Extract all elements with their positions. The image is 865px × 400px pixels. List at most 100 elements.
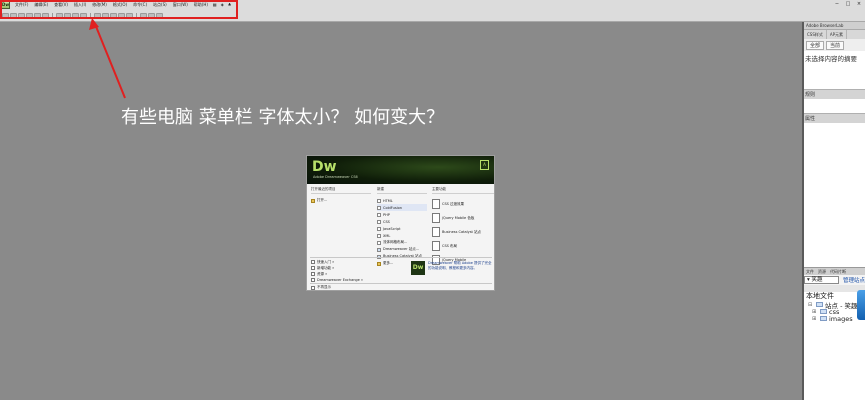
subtab-all[interactable]: 全部 <box>806 40 825 50</box>
menu-insert[interactable]: 插入(I) <box>71 2 89 8</box>
open-label: 打开... <box>317 198 328 202</box>
toolbar-button[interactable] <box>10 12 17 19</box>
manage-sites-link[interactable]: 管理站点 <box>843 276 865 284</box>
menu-window[interactable]: 窗口(W) <box>170 2 191 8</box>
no-selection-summary: 未选择内容的摘要 <box>804 51 865 89</box>
toolbar-button[interactable] <box>140 12 147 19</box>
create-xml[interactable]: XML <box>377 232 427 239</box>
create-html[interactable]: HTML <box>377 197 427 204</box>
tab-css-styles[interactable]: CSS样式 <box>804 30 827 39</box>
maximize-icon[interactable]: □ <box>844 0 852 8</box>
dont-show-checkbox[interactable] <box>311 285 315 290</box>
toolbar-divider <box>136 12 137 19</box>
rules-body <box>804 99 865 113</box>
tab-snippets[interactable]: 代码片断 <box>828 268 848 275</box>
adobe-logo-icon: A <box>480 160 489 170</box>
toolbar-button[interactable] <box>118 12 125 19</box>
feature-item[interactable]: CSS 布局 <box>432 239 494 253</box>
create-coldfusion[interactable]: ColdFusion <box>377 204 427 211</box>
feature-item[interactable]: Business Catalyst 站点 <box>432 225 494 239</box>
tree-row[interactable]: ⊞ images <box>804 314 865 323</box>
features-title: 主要功能 <box>432 187 494 194</box>
recent-title: 打开最近的项目 <box>311 187 371 194</box>
create-css[interactable]: CSS <box>377 218 427 225</box>
toolbar-button[interactable] <box>126 12 133 19</box>
help-promo-link[interactable]: Dreamweaver 帮助 Adobe 提供了完全的功能说明、教程和更多内容。 <box>428 261 492 271</box>
menu-site[interactable]: 站点(S) <box>150 2 170 8</box>
tree-label: images <box>829 314 853 323</box>
create-fluid-grid[interactable]: 流体网格布局... <box>377 239 427 246</box>
feature-item[interactable]: jQuery Mobile 色板 <box>432 211 494 225</box>
menu-help[interactable]: 帮助(H) <box>191 2 211 8</box>
menu-file[interactable]: 文件(F) <box>12 2 31 8</box>
create-javascript[interactable]: JavaScript <box>377 225 427 232</box>
toolbar-button[interactable] <box>80 12 87 19</box>
files-panel-tabs: 文件 资源 代码片断 <box>804 267 865 275</box>
toolbar-button[interactable] <box>56 12 63 19</box>
menu-edit[interactable]: 编辑(E) <box>31 2 51 8</box>
create-item-label: XML <box>383 233 391 238</box>
panel-tabs: CSS样式 AP元素 <box>804 30 865 39</box>
toolbar-button[interactable] <box>64 12 71 19</box>
dont-show-again[interactable]: 不再显示 <box>311 285 331 290</box>
tab-ap-elements[interactable]: AP元素 <box>827 30 848 39</box>
file-icon <box>377 233 381 238</box>
link-label: 快速入门 » <box>317 259 335 264</box>
menu-modify[interactable]: 修改(M) <box>89 2 110 8</box>
open-item[interactable]: 打开... <box>311 197 371 204</box>
feature-item[interactable]: CSS 过渡效果 <box>432 197 494 211</box>
site-select[interactable]: ▾ 笑趣 <box>804 276 839 284</box>
feature-label: CSS 过渡效果 <box>442 201 464 206</box>
close-icon[interactable]: × <box>855 0 863 8</box>
window-controls: − □ × <box>833 0 863 8</box>
expand-icon[interactable]: ⊟ <box>808 302 813 308</box>
app-logo-icon: Dw <box>1 0 10 9</box>
toolbar-button[interactable] <box>34 12 41 19</box>
toolbar-button[interactable] <box>148 12 155 19</box>
expand-icon[interactable]: ⊞ <box>812 316 817 322</box>
menu-view[interactable]: 查看(V) <box>51 2 71 8</box>
create-item-label: Dreamweaver 站点... <box>383 247 420 251</box>
tab-files[interactable]: 文件 <box>804 268 816 275</box>
subtab-current[interactable]: 当前 <box>826 40 845 50</box>
feature-label: Business Catalyst 站点 <box>442 229 482 234</box>
expand-icon[interactable]: ⊞ <box>812 309 817 315</box>
toolbar-button[interactable] <box>94 12 101 19</box>
toolbar-button[interactable] <box>42 12 49 19</box>
toolbar-button[interactable] <box>102 12 109 19</box>
toolbar-divider <box>90 12 91 19</box>
app-topbar: Dw 文件(F) 编辑(E) 查看(V) 插入(I) 修改(M) 格式(O) 命… <box>0 0 865 22</box>
create-item-label: ColdFusion <box>383 205 402 210</box>
menu-format[interactable]: 格式(O) <box>110 2 130 8</box>
create-php[interactable]: PHP <box>377 211 427 218</box>
toolbar-button[interactable] <box>18 12 25 19</box>
toolbar-button[interactable] <box>156 12 163 19</box>
create-item-label: 流体网格布局... <box>383 240 408 244</box>
create-dw-site[interactable]: Dreamweaver 站点... <box>377 246 427 253</box>
toolbar-button[interactable] <box>72 12 79 19</box>
folder-icon <box>816 302 823 307</box>
toolbar-button[interactable] <box>110 12 117 19</box>
create-item-label: PHP <box>383 212 390 217</box>
menu-commands[interactable]: 命令(C) <box>130 2 150 8</box>
folder-icon <box>820 316 827 321</box>
rules-section[interactable]: 规则 <box>804 89 865 99</box>
create-column: 新建 HTML ColdFusion PHP CSS JavaScript XM… <box>377 187 427 267</box>
doc-icon <box>311 260 315 264</box>
doc-icon <box>311 266 315 270</box>
properties-section[interactable]: 属性 <box>804 113 865 123</box>
site-menu-icon[interactable]: ♣ <box>226 2 234 7</box>
tab-assets[interactable]: 资源 <box>816 268 828 275</box>
layout-menu-icon[interactable]: ▦ <box>211 2 219 7</box>
create-item-label: 更多... <box>383 261 394 265</box>
file-icon <box>377 212 381 217</box>
right-panel: Adobe BrowserLab CSS样式 AP元素 全部 当前 未选择内容的… <box>802 22 865 400</box>
toolbar-button[interactable] <box>26 12 33 19</box>
dont-show-label: 不再显示 <box>317 285 331 289</box>
files-tree: ⊟ 站点 - 笑趣 ⊞ css ⊞ images <box>804 301 865 400</box>
toolbar-button[interactable] <box>2 12 9 19</box>
extensions-menu-icon[interactable]: ◈ <box>219 2 226 7</box>
site-icon <box>377 247 381 252</box>
files-toolbar: ▾ 笑趣 管理站点 <box>804 275 865 285</box>
minimize-icon[interactable]: − <box>833 0 841 8</box>
